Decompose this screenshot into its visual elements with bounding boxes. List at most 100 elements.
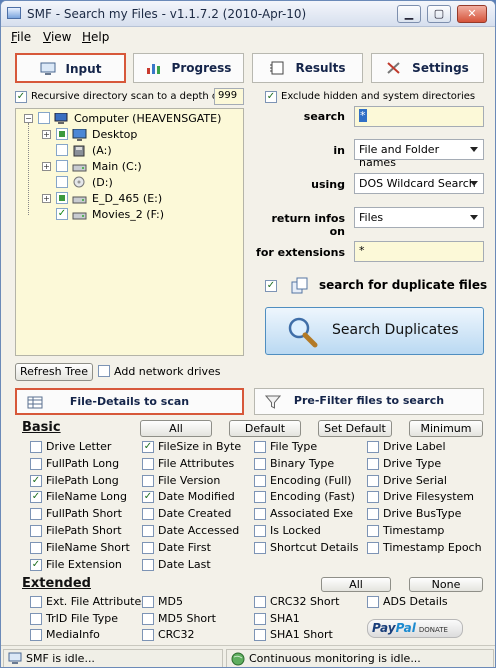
search-duplicates-label: Search Duplicates — [332, 322, 459, 338]
tree-expand-c[interactable]: + — [42, 162, 51, 171]
subtab-file-details[interactable]: File-Details to scan — [15, 388, 244, 415]
basic-date-accessed-checkbox[interactable] — [142, 525, 154, 537]
return-infos-dropdown[interactable]: Files — [354, 207, 484, 228]
basic-filesize-in-byte-checkbox[interactable] — [142, 441, 154, 453]
tree-checkbox-c[interactable] — [56, 160, 68, 172]
extensions-input[interactable]: * — [354, 241, 484, 262]
duplicate-search-label: search for duplicate files — [319, 278, 488, 292]
basic-associated-exe-checkbox[interactable] — [254, 508, 266, 521]
tab-input[interactable]: Input — [15, 53, 126, 83]
tree-expand-e[interactable]: + — [42, 194, 51, 203]
basic-default-button[interactable]: Default — [229, 420, 301, 437]
drive-tree[interactable]: − Computer (HEAVENSGATE) + Desktop (A:) … — [15, 108, 244, 356]
basic-is-locked-checkbox[interactable] — [254, 525, 266, 537]
refresh-tree-button[interactable]: Refresh Tree — [15, 363, 93, 381]
basic-fullpath-short-checkbox[interactable] — [30, 508, 42, 521]
basic-filepath-long-checkbox[interactable] — [30, 474, 42, 487]
basic-drive-type-checkbox[interactable] — [367, 457, 379, 470]
depth-input[interactable]: 999 — [214, 88, 244, 105]
tree-node-d[interactable]: (D:) — [92, 176, 113, 189]
tree-expand-desktop[interactable]: + — [42, 130, 51, 139]
tree-checkbox-d[interactable] — [56, 176, 68, 188]
basic-heading: Basic — [22, 420, 61, 435]
extended-ads-details-checkbox[interactable] — [367, 596, 379, 608]
status-panel-right: Continuous monitoring is idle... — [226, 649, 494, 667]
set-default-button[interactable]: Set Default — [318, 420, 392, 437]
basic-filename-long-checkbox[interactable] — [30, 491, 42, 504]
menu-file[interactable]: File — [11, 30, 31, 44]
basic-file-version-checkbox[interactable] — [142, 474, 154, 487]
tab-settings[interactable]: Settings — [371, 53, 484, 83]
basic-date-modified-checkbox[interactable] — [142, 491, 154, 504]
basic-drive-serial-checkbox[interactable] — [367, 474, 379, 487]
basic-file-attributes-checkbox[interactable] — [142, 457, 154, 470]
search-mode-dropdown[interactable]: DOS Wildcard Search — [354, 173, 484, 194]
tree-node-desktop[interactable]: Desktop — [92, 128, 137, 141]
menu-help[interactable]: Help — [82, 30, 109, 44]
basic-date-first-label: Date First — [158, 540, 211, 554]
extended-trid-file-type-checkbox[interactable] — [30, 612, 42, 625]
duplicate-search-checkbox[interactable] — [265, 280, 277, 292]
extended-crc32-checkbox[interactable] — [142, 629, 154, 641]
basic-timestamp-checkbox[interactable] — [367, 525, 379, 537]
extended-md5-checkbox[interactable] — [142, 596, 154, 608]
extended-all-button[interactable]: All — [321, 577, 391, 592]
basic-binary-type-checkbox[interactable] — [254, 457, 266, 470]
search-duplicates-button[interactable]: Search Duplicates — [265, 307, 484, 355]
tree-checkbox-a[interactable] — [56, 144, 68, 156]
title-bar[interactable]: SMF - Search my Files - v1.1.7.2 (2010-A… — [1, 1, 495, 27]
maximize-button[interactable]: ▢ — [427, 5, 451, 23]
tab-results[interactable]: Results — [252, 53, 363, 83]
basic-filename-short-label: FileName Short — [46, 540, 130, 554]
extended-crc32-short-checkbox[interactable] — [254, 596, 266, 608]
basic-date-first-checkbox[interactable] — [142, 541, 154, 554]
basic-drive-filesystem-checkbox[interactable] — [367, 491, 379, 504]
search-in-dropdown[interactable]: File and Folder names — [354, 139, 484, 169]
basic-timestamp-epoch-checkbox[interactable] — [367, 541, 379, 554]
tree-node-e[interactable]: E_D_465 (E:) — [92, 192, 162, 205]
basic-encoding-full-checkbox[interactable] — [254, 474, 266, 487]
minimize-button[interactable]: ▁ — [397, 5, 421, 23]
menu-view[interactable]: View — [43, 30, 71, 44]
tree-node-f[interactable]: Movies_2 (F:) — [92, 208, 164, 221]
basic-encoding-fast-checkbox[interactable] — [254, 491, 266, 504]
basic-shortcut-details-checkbox[interactable] — [254, 541, 266, 554]
tree-node-computer[interactable]: Computer (HEAVENSGATE) — [74, 112, 221, 125]
tree-collapse-root[interactable]: − — [24, 114, 33, 123]
monitor-icon — [8, 652, 22, 664]
tree-checkbox-root[interactable] — [38, 112, 50, 124]
basic-file-type-checkbox[interactable] — [254, 441, 266, 453]
subtab-prefilter-label: Pre-Filter files to search — [293, 394, 445, 407]
tree-node-a[interactable]: (A:) — [92, 144, 112, 157]
tab-progress[interactable]: Progress — [133, 53, 244, 83]
basic-filename-short-checkbox[interactable] — [30, 541, 42, 554]
basic-date-created-checkbox[interactable] — [142, 508, 154, 521]
extended-sha1-checkbox[interactable] — [254, 612, 266, 625]
tree-checkbox-e[interactable] — [56, 192, 68, 204]
basic-drive-bustype-checkbox[interactable] — [367, 508, 379, 521]
extended-sha1-short-checkbox[interactable] — [254, 629, 266, 641]
add-network-drives-checkbox[interactable] — [98, 365, 110, 377]
subtab-prefilter[interactable]: Pre-Filter files to search — [254, 388, 484, 415]
tree-node-c[interactable]: Main (C:) — [92, 160, 142, 173]
paypal-donate-button[interactable]: PayPal DONATE — [367, 619, 463, 638]
minimum-button[interactable]: Minimum — [409, 420, 483, 437]
basic-filepath-short-checkbox[interactable] — [30, 525, 42, 537]
extended-none-button[interactable]: None — [409, 577, 483, 592]
basic-all-button[interactable]: All — [140, 420, 212, 437]
extended-md5-short-checkbox[interactable] — [142, 612, 154, 625]
basic-file-extension-checkbox[interactable] — [30, 558, 42, 571]
tree-checkbox-desktop[interactable] — [56, 128, 68, 140]
extended-ext-file-attributes-checkbox[interactable] — [30, 596, 42, 608]
basic-date-last-checkbox[interactable] — [142, 558, 154, 571]
close-button[interactable]: ✕ — [457, 5, 487, 23]
tab-results-label: Results — [295, 61, 346, 75]
exclude-hidden-checkbox[interactable] — [265, 91, 277, 103]
tree-checkbox-f[interactable] — [56, 208, 68, 220]
basic-drive-label-checkbox[interactable] — [367, 441, 379, 453]
search-input[interactable]: * — [354, 106, 484, 127]
recursive-checkbox[interactable] — [15, 91, 27, 103]
basic-fullpath-long-checkbox[interactable] — [30, 457, 42, 470]
extended-mediainfo-checkbox[interactable] — [30, 629, 42, 641]
basic-drive-letter-checkbox[interactable] — [30, 441, 42, 453]
